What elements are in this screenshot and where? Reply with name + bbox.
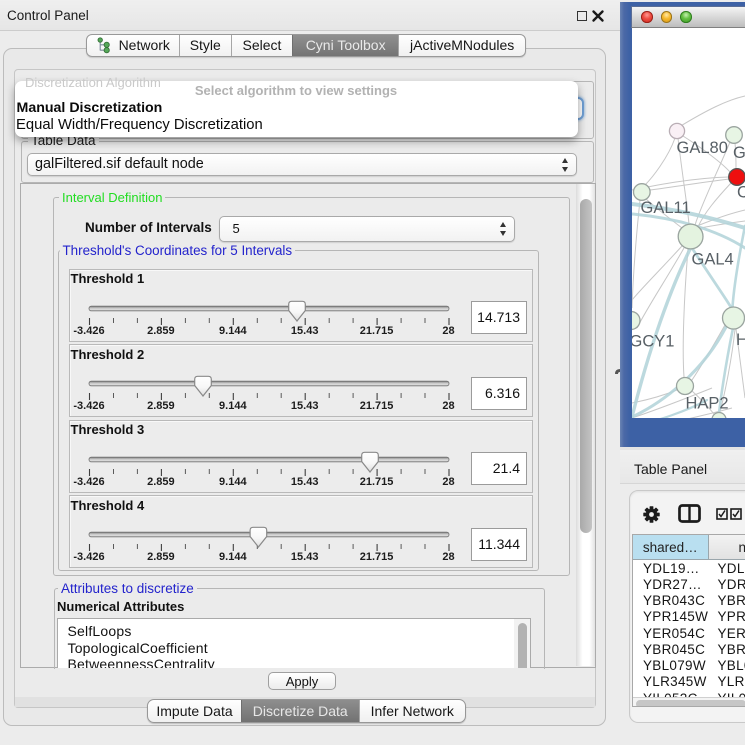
svg-text:C: C (737, 183, 745, 201)
svg-text:GAL4: GAL4 (692, 250, 734, 268)
svg-text:H: H (736, 331, 745, 349)
svg-text:GAL11: GAL11 (641, 199, 691, 217)
svg-text:GAL80: GAL80 (677, 139, 728, 157)
svg-text:GA: GA (733, 144, 745, 162)
svg-text:HAP2: HAP2 (686, 394, 729, 412)
svg-text:GCY1: GCY1 (632, 332, 674, 350)
